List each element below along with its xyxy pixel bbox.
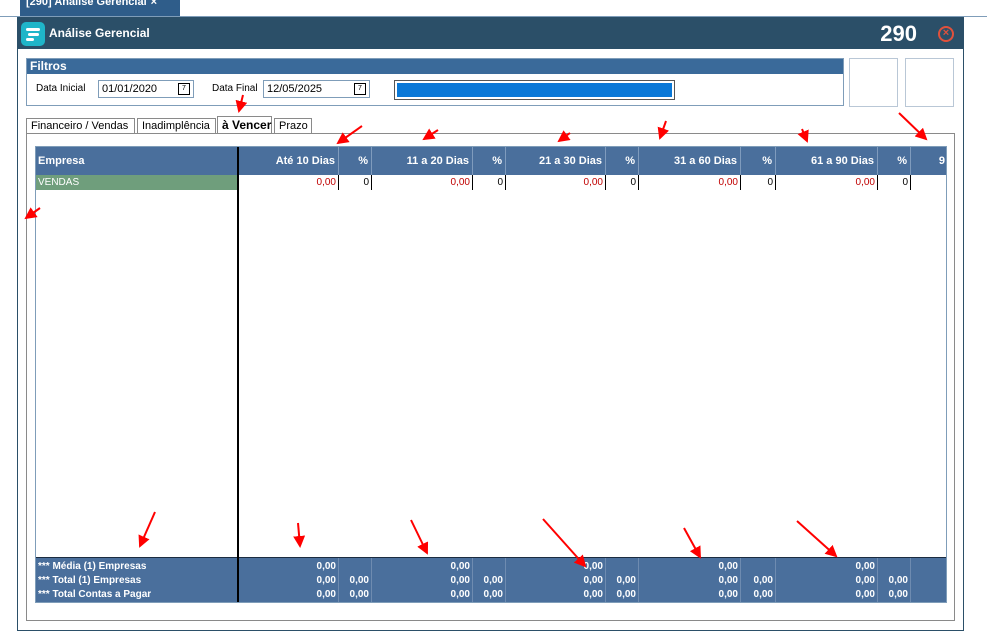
footer-value: 0,00 <box>316 575 336 586</box>
footer-value: 0,00 <box>583 561 603 572</box>
footer-row-media: *** Média (1) Empresas 0,00 0,00 0,00 0,… <box>36 560 946 574</box>
cell-pct: 0 <box>902 177 908 188</box>
button-slot-2[interactable] <box>905 58 954 107</box>
col-11-a-20-dias[interactable]: 11 a 20 Dias <box>372 147 472 175</box>
cell-value: 0,00 <box>583 177 603 188</box>
filtros-group: Filtros Data Inicial 01/01/2020 7 Data F… <box>26 58 844 106</box>
data-inicial-input[interactable]: 01/01/2020 7 <box>98 80 194 98</box>
footer-label: *** Média (1) Empresas <box>38 561 147 572</box>
col-21-a-30-dias[interactable]: 21 a 30 Dias <box>506 147 605 175</box>
window-title: Análise Gerencial <box>49 26 150 40</box>
cell-value: 0,00 <box>855 177 875 188</box>
table-row[interactable]: VENDAS 0,00 0 0,00 0 0,00 0 0,00 0 0,00 <box>36 175 946 190</box>
footer-pct: 0,00 <box>349 575 369 586</box>
close-circle-icon[interactable]: × <box>938 26 954 42</box>
data-inicial-label: Data Inicial <box>36 83 86 94</box>
footer-value: 0,00 <box>855 575 875 586</box>
screen-code: 290 <box>880 21 917 46</box>
cell-pct: 0 <box>363 177 369 188</box>
data-final-input[interactable]: 12/05/2025 7 <box>263 80 370 98</box>
footer-row-total-empresas: *** Total (1) Empresas 0,00 0,00 0,00 0,… <box>36 574 946 588</box>
footer-value: 0,00 <box>718 575 738 586</box>
tab-financeiro-vendas[interactable]: Financeiro / Vendas <box>26 118 135 134</box>
cell-pct: 0 <box>767 177 773 188</box>
button-slot-1[interactable] <box>849 58 898 107</box>
data-inicial-value: 01/01/2020 <box>102 83 158 95</box>
col-91-dias-cut[interactable]: 9 <box>911 147 946 175</box>
grid-header: Empresa Até 10 Dias % 11 a 20 Dias % 21 … <box>36 147 946 175</box>
tab-inadimplencia[interactable]: Inadimplência <box>137 118 216 134</box>
footer-value: 0,00 <box>583 589 603 600</box>
footer-value: 0,00 <box>855 561 875 572</box>
tab-a-vencer[interactable]: à Vencer <box>217 116 272 134</box>
footer-pct: 0,00 <box>888 575 908 586</box>
col-pct-2[interactable]: % <box>473 147 505 175</box>
app-logo-icon <box>21 22 45 46</box>
footer-pct: 0,00 <box>753 589 773 600</box>
cell-pct: 0 <box>630 177 636 188</box>
cell-pct: 0 <box>497 177 503 188</box>
footer-label: *** Total (1) Empresas <box>38 575 142 586</box>
cell-value: 0,00 <box>718 177 738 188</box>
col-ate-10-dias[interactable]: Até 10 Dias <box>239 147 338 175</box>
a-vencer-panel: Empresa Até 10 Dias % 11 a 20 Dias % 21 … <box>26 133 955 621</box>
col-pct-3[interactable]: % <box>606 147 638 175</box>
frozen-column-divider <box>237 147 239 602</box>
cell-value: 0,00 <box>450 177 470 188</box>
cell-value: 0,00 <box>316 177 336 188</box>
footer-value: 0,00 <box>583 575 603 586</box>
col-empresa[interactable]: Empresa <box>36 147 237 175</box>
close-tab-icon[interactable]: × <box>151 0 157 8</box>
data-final-value: 12/05/2025 <box>267 83 323 95</box>
cell-empresa: VENDAS <box>36 175 237 190</box>
progress-fill <box>397 83 672 97</box>
col-pct-4[interactable]: % <box>741 147 775 175</box>
footer-pct: 0,00 <box>616 575 636 586</box>
footer-row-total-contas: *** Total Contas a Pagar 0,00 0,00 0,00 … <box>36 588 946 602</box>
analise-gerencial-window: Análise Gerencial 290 × Filtros Data Ini… <box>17 17 964 631</box>
footer-pct: 0,00 <box>753 575 773 586</box>
tab-prazo[interactable]: Prazo <box>274 118 312 134</box>
data-final-label: Data Final <box>212 83 258 94</box>
footer-value: 0,00 <box>718 561 738 572</box>
calendar-icon[interactable]: 7 <box>178 83 190 95</box>
footer-value: 0,00 <box>450 575 470 586</box>
calendar-icon[interactable]: 7 <box>354 83 366 95</box>
footer-value: 0,00 <box>718 589 738 600</box>
footer-value: 0,00 <box>855 589 875 600</box>
footer-pct: 0,00 <box>483 589 503 600</box>
footer-value: 0,00 <box>450 561 470 572</box>
footer-pct: 0,00 <box>616 589 636 600</box>
document-tab-label: [290] Análise Gerencial <box>26 0 147 8</box>
filtros-title: Filtros <box>27 59 843 74</box>
document-tab[interactable]: [290] Análise Gerencial × <box>20 0 180 16</box>
footer-pct: 0,00 <box>349 589 369 600</box>
footer-value: 0,00 <box>316 589 336 600</box>
col-31-a-60-dias[interactable]: 31 a 60 Dias <box>639 147 740 175</box>
a-vencer-grid[interactable]: Empresa Até 10 Dias % 11 a 20 Dias % 21 … <box>35 146 947 603</box>
col-pct-5[interactable]: % <box>878 147 910 175</box>
col-61-a-90-dias[interactable]: 61 a 90 Dias <box>776 147 877 175</box>
title-bar: Análise Gerencial 290 × <box>18 18 963 49</box>
col-pct-1[interactable]: % <box>339 147 371 175</box>
footer-value: 0,00 <box>450 589 470 600</box>
footer-label: *** Total Contas a Pagar <box>38 589 152 600</box>
footer-pct: 0,00 <box>483 575 503 586</box>
progress-bar <box>394 80 675 100</box>
grid-footer: *** Média (1) Empresas 0,00 0,00 0,00 0,… <box>36 557 946 602</box>
footer-pct: 0,00 <box>888 589 908 600</box>
footer-value: 0,00 <box>316 561 336 572</box>
